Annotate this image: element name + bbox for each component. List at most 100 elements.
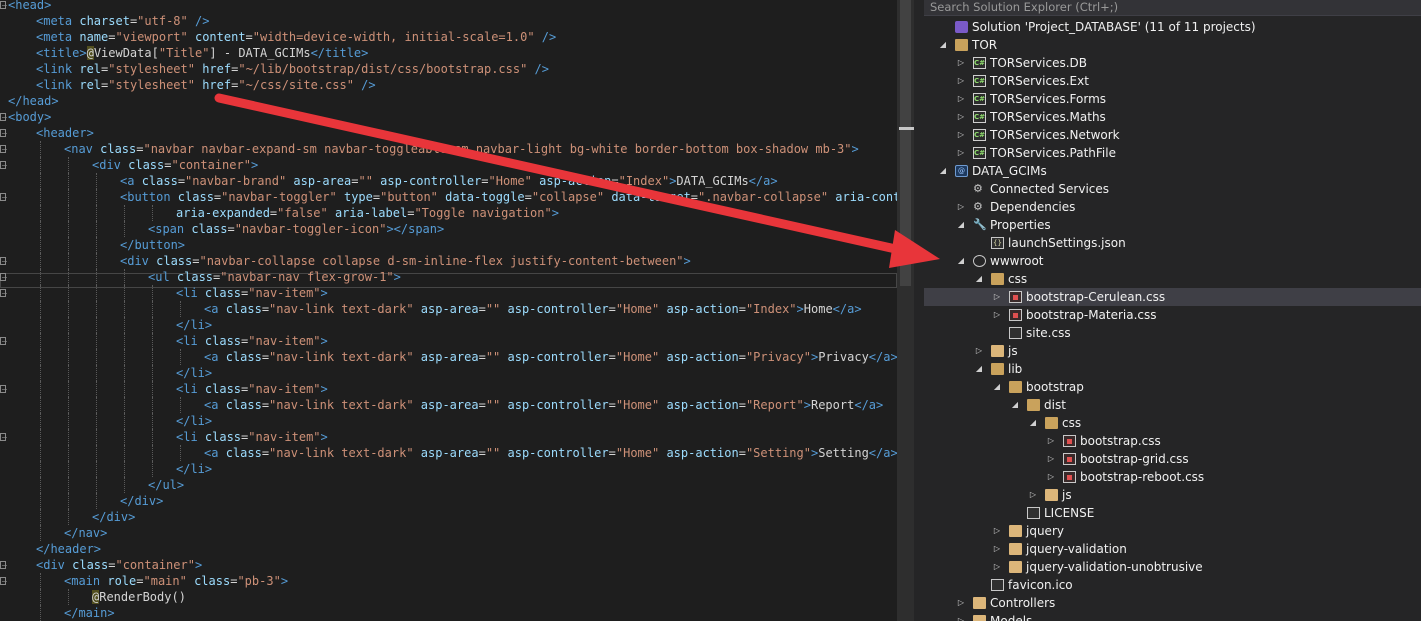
code-line[interactable]: <meta charset="utf-8" /> xyxy=(36,13,209,29)
code-line[interactable]: <li class="nav-item"> xyxy=(176,285,328,301)
fold-toggle-icon[interactable]: − xyxy=(0,145,8,154)
code-line[interactable]: <a class="navbar-brand" asp-area="" asp-… xyxy=(120,173,778,189)
collapsed-chevron-icon[interactable]: ▷ xyxy=(992,306,1002,324)
code-line[interactable]: </head> xyxy=(8,93,59,109)
solution-tree-item[interactable]: ◢ @ DATA_GCIMs xyxy=(924,162,1421,180)
code-line[interactable]: <main role="main" class="pb-3"> xyxy=(64,573,288,589)
solution-tree-item[interactable]: ▷ bootstrap-Cerulean.css xyxy=(924,288,1421,306)
solution-tree-item[interactable]: ▷ js xyxy=(924,342,1421,360)
fold-toggle-icon[interactable]: − xyxy=(0,129,8,138)
collapsed-chevron-icon[interactable]: ▷ xyxy=(992,558,1002,576)
solution-tree-item[interactable]: ◢ css xyxy=(924,414,1421,432)
code-line[interactable]: </li> xyxy=(176,365,212,381)
code-line[interactable]: <div class="container"> xyxy=(92,157,258,173)
code-line[interactable]: <link rel="stylesheet" href="~/lib/boots… xyxy=(36,61,549,77)
collapsed-chevron-icon[interactable]: ▷ xyxy=(1046,432,1056,450)
code-line[interactable]: </div> xyxy=(92,509,135,525)
expanded-chevron-icon[interactable]: ◢ xyxy=(1028,414,1038,432)
solution-tree-item[interactable]: ▷ Models xyxy=(924,612,1421,621)
solution-tree-item[interactable]: ◢ TOR xyxy=(924,36,1421,54)
expanded-chevron-icon[interactable]: ◢ xyxy=(974,360,984,378)
collapsed-chevron-icon[interactable]: ▷ xyxy=(956,126,966,144)
code-line[interactable]: </li> xyxy=(176,317,212,333)
solution-tree-item[interactable]: ▷ jquery xyxy=(924,522,1421,540)
code-line[interactable]: <body> xyxy=(8,109,51,125)
code-line[interactable]: </div> xyxy=(120,493,163,509)
solution-tree-item[interactable]: ◢ 🔧 Properties xyxy=(924,216,1421,234)
code-line[interactable]: <a class="nav-link text-dark" asp-area="… xyxy=(204,397,883,413)
fold-toggle-icon[interactable]: − xyxy=(0,561,8,570)
expanded-chevron-icon[interactable]: ◢ xyxy=(938,162,948,180)
code-line[interactable]: </li> xyxy=(176,461,212,477)
code-line[interactable]: <span class="navbar-toggler-icon"></span… xyxy=(148,221,444,237)
code-line[interactable]: <div class="navbar-collapse collapse d-s… xyxy=(120,253,691,269)
code-line[interactable]: @RenderBody() xyxy=(92,589,186,605)
panel-splitter[interactable] xyxy=(914,0,924,621)
fold-toggle-icon[interactable]: − xyxy=(0,337,8,346)
code-line[interactable]: <ul class="navbar-nav flex-grow-1"> xyxy=(148,269,401,285)
fold-toggle-icon[interactable]: − xyxy=(0,1,8,10)
editor-scrollbar-thumb[interactable] xyxy=(900,0,911,286)
collapsed-chevron-icon[interactable]: ▷ xyxy=(992,540,1002,558)
code-line[interactable]: <div class="container"> xyxy=(36,557,202,573)
collapsed-chevron-icon[interactable]: ▷ xyxy=(956,108,966,126)
fold-toggle-icon[interactable]: − xyxy=(0,385,8,394)
code-line[interactable]: </ul> xyxy=(148,477,184,493)
solution-tree-item[interactable]: LICENSE xyxy=(924,504,1421,522)
code-line[interactable]: </li> xyxy=(176,413,212,429)
code-line[interactable]: <button class = "navbar-toggler" type = "but… xyxy=(120,189,897,205)
collapsed-chevron-icon[interactable]: ▷ xyxy=(956,90,966,108)
code-line[interactable]: </header> xyxy=(36,541,101,557)
solution-tree-item[interactable]: ◢ lib xyxy=(924,360,1421,378)
code-line[interactable]: </nav> xyxy=(64,525,107,541)
solution-tree-item[interactable]: ▷ js xyxy=(924,486,1421,504)
solution-tree-item[interactable]: ▷ jquery-validation xyxy=(924,540,1421,558)
fold-toggle-icon[interactable]: − xyxy=(0,289,8,298)
code-line[interactable]: <a class="nav-link text-dark" asp-area="… xyxy=(204,301,862,317)
solution-tree-item[interactable]: ◢ css xyxy=(924,270,1421,288)
expanded-chevron-icon[interactable]: ◢ xyxy=(974,270,984,288)
fold-toggle-icon[interactable]: − xyxy=(0,161,8,170)
solution-tree-item[interactable]: ▷ Controllers xyxy=(924,594,1421,612)
solution-tree-item[interactable]: ▷ bootstrap-grid.css xyxy=(924,450,1421,468)
code-line[interactable]: <header> xyxy=(36,125,94,141)
collapsed-chevron-icon[interactable]: ▷ xyxy=(956,594,966,612)
expanded-chevron-icon[interactable]: ◢ xyxy=(992,378,1002,396)
code-line[interactable]: <a class="nav-link text-dark" asp-area="… xyxy=(204,445,897,461)
collapsed-chevron-icon[interactable]: ▷ xyxy=(956,612,966,621)
code-line[interactable]: </button> xyxy=(120,237,185,253)
code-line[interactable]: <li class="nav-item"> xyxy=(176,333,328,349)
solution-tree-item[interactable]: favicon.ico xyxy=(924,576,1421,594)
fold-toggle-icon[interactable]: − xyxy=(0,113,8,122)
solution-tree-item[interactable]: ◢ bootstrap xyxy=(924,378,1421,396)
code-line[interactable]: <link rel="stylesheet" href="~/css/site.… xyxy=(36,77,376,93)
code-line[interactable]: <meta name="viewport" content="width=dev… xyxy=(36,29,556,45)
solution-tree-item[interactable]: ▷ C# TORServices.PathFile xyxy=(924,144,1421,162)
expanded-chevron-icon[interactable]: ◢ xyxy=(1010,396,1020,414)
collapsed-chevron-icon[interactable]: ▷ xyxy=(974,342,984,360)
solution-tree-item[interactable]: {} launchSettings.json xyxy=(924,234,1421,252)
collapsed-chevron-icon[interactable]: ▷ xyxy=(1046,468,1056,486)
solution-tree-item[interactable]: site.css xyxy=(924,324,1421,342)
code-line[interactable]: <a class="nav-link text-dark" asp-area="… xyxy=(204,349,897,365)
code-line[interactable]: </main> xyxy=(64,605,115,621)
collapsed-chevron-icon[interactable]: ▷ xyxy=(956,198,966,216)
solution-tree-item[interactable]: Solution 'Project_DATABASE' (11 of 11 pr… xyxy=(924,18,1421,36)
code-line[interactable]: <head> xyxy=(8,0,51,13)
collapsed-chevron-icon[interactable]: ▷ xyxy=(1028,486,1038,504)
solution-tree-item[interactable]: ▷ ⚙ Dependencies xyxy=(924,198,1421,216)
fold-toggle-icon[interactable]: − xyxy=(0,433,8,442)
solution-tree-item[interactable]: ▷ bootstrap.css xyxy=(924,432,1421,450)
solution-tree-item[interactable]: ▷ bootstrap-Materia.css xyxy=(924,306,1421,324)
solution-tree-item[interactable]: ▷ C# TORServices.Network xyxy=(924,126,1421,144)
collapsed-chevron-icon[interactable]: ▷ xyxy=(1046,450,1056,468)
solution-tree-item[interactable]: ▷ C# TORServices.Ext xyxy=(924,72,1421,90)
expanded-chevron-icon[interactable]: ◢ xyxy=(956,216,966,234)
collapsed-chevron-icon[interactable]: ▷ xyxy=(956,144,966,162)
solution-tree-item[interactable]: ◢ dist xyxy=(924,396,1421,414)
code-line[interactable]: aria-expanded="false" aria-label="Toggle… xyxy=(176,205,559,221)
solution-tree-item[interactable]: ◢ wwwroot xyxy=(924,252,1421,270)
code-editor[interactable]: <head> <meta charset="utf-8" /> <meta name… xyxy=(0,0,897,621)
fold-toggle-icon[interactable]: − xyxy=(0,193,8,202)
code-line[interactable]: <nav class="navbar navbar-expand-sm navb… xyxy=(64,141,859,157)
